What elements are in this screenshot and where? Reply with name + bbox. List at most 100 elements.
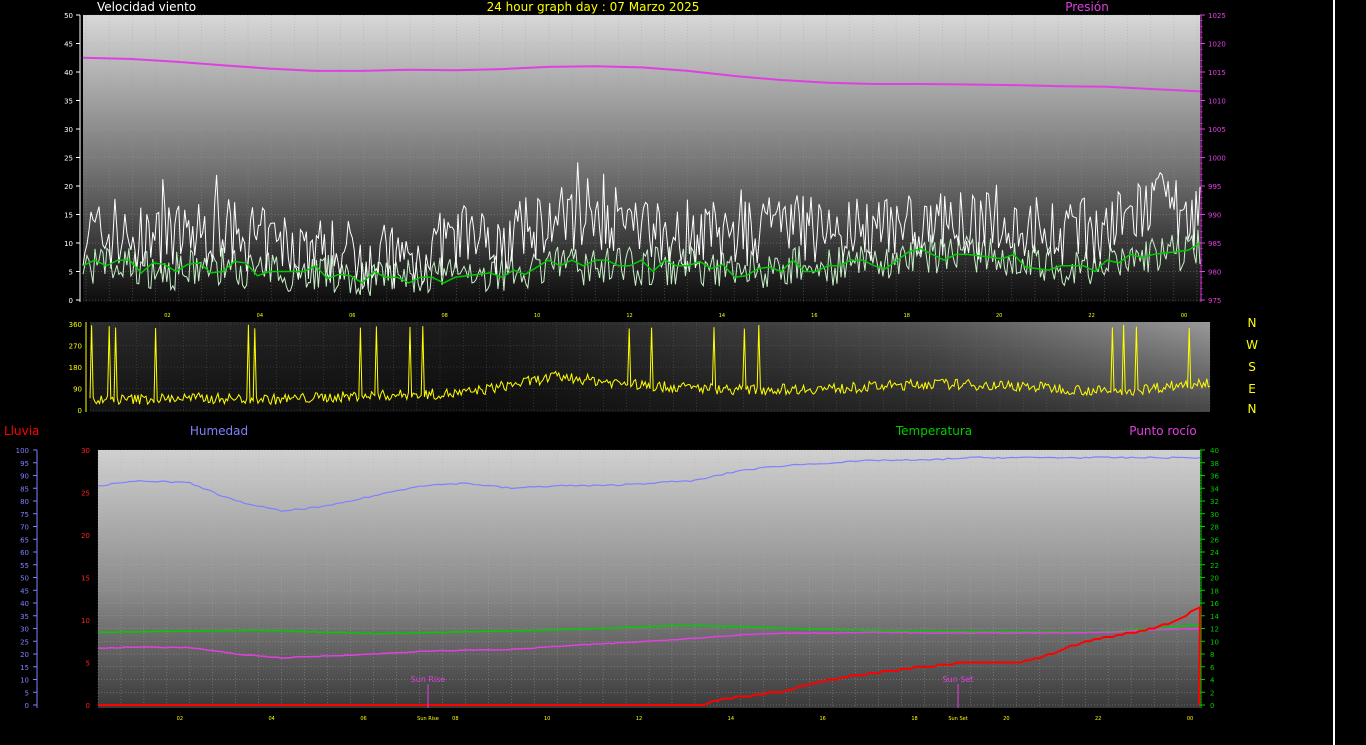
humidity-y-tick: 30 [20,626,29,634]
humidity-y-tick: 50 [20,575,29,583]
humidity-y-tick: 35 [20,613,29,621]
graph-title: 24 hour graph day : 07 Marzo 2025 [487,0,700,14]
rain-y-tick: 0 [86,702,90,710]
humidity-y-tick: 0 [25,702,29,710]
temp-y-tick: 38 [1210,460,1219,468]
wind-x-tick: 18 [904,313,910,319]
compass-n-top: N [1248,316,1257,330]
humidity-y-tick: 70 [20,524,29,532]
humidity-y-tick: 45 [20,587,29,595]
wind-x-tick: 04 [257,313,263,319]
humidity-y-tick: 60 [20,549,29,557]
wind-x-tick: 00 [1181,313,1187,319]
humidity-y-tick: 20 [20,651,29,659]
lower-x-tick: 12 [636,716,642,722]
humidity-y-tick: 80 [20,498,29,506]
rain-y-tick: 30 [81,447,90,455]
wind-x-tick: 02 [164,313,170,319]
pressure-title: Presión [1065,0,1109,14]
rain-y-tick: 25 [81,490,90,498]
wind-x-tick: 16 [811,313,817,319]
direction-y-tick: 270 [69,343,82,351]
sunrise-tick-label: Sun Rise [417,716,439,722]
direction-y-tick: 0 [78,407,82,415]
compass-n-bottom: N [1248,402,1257,416]
pressure-y-tick: 990 [1208,212,1221,220]
humidity-y-tick: 55 [20,562,29,570]
temp-y-tick: 12 [1210,626,1219,634]
temperature-label: Temperatura [895,424,972,438]
lower-x-tick: 14 [728,716,734,722]
wind-y-tick: 50 [64,12,73,20]
wind-x-tick: 10 [534,313,540,319]
wind-y-tick: 35 [64,98,73,106]
humidity-label: Humedad [190,424,248,438]
temp-y-tick: 30 [1210,511,1219,519]
humidity-y-tick: 90 [20,473,29,481]
sunrise-label: Sun Rise [411,675,446,684]
compass-labels: N W S E N [1246,316,1258,416]
sunset-tick-label: Sun Set [948,716,967,722]
wind-x-tick: 06 [349,313,355,319]
pressure-y-tick: 1015 [1208,69,1226,77]
pressure-y-tick: 980 [1208,269,1221,277]
temp-y-tick: 8 [1210,651,1214,659]
wind-x-tick: 12 [626,313,632,319]
sunset-label: Sun Set [943,675,974,684]
wind-y-tick: 15 [64,212,73,220]
pressure-y-tick: 975 [1208,297,1221,305]
wind-x-tick: 22 [1088,313,1094,319]
weather-graph: 0510152025303540455097598098599099510001… [4,0,1258,722]
pressure-y-tick: 985 [1208,240,1221,248]
compass-w: W [1246,338,1258,352]
wind-x-tick: 20 [996,313,1002,319]
humidity-y-tick: 65 [20,536,29,544]
wind-y-tick: 45 [64,41,73,49]
wind-x-tick: 08 [441,313,447,319]
wind-y-tick: 30 [64,126,73,134]
temp-y-tick: 22 [1210,562,1219,570]
compass-e: E [1248,382,1256,396]
lower-x-tick: 20 [1003,716,1009,722]
temp-y-tick: 26 [1210,536,1219,544]
humidity-y-tick: 100 [16,447,29,455]
pressure-y-tick: 995 [1208,183,1221,191]
temp-y-tick: 40 [1210,447,1219,455]
wind-y-tick: 40 [64,69,73,77]
humidity-y-tick: 40 [20,600,29,608]
lower-x-tick: 06 [360,716,366,722]
wind-title: Velocidad viento [97,0,196,14]
rain-y-tick: 20 [81,532,90,540]
temp-y-tick: 20 [1210,575,1219,583]
humidity-y-tick: 25 [20,638,29,646]
wind-y-tick: 25 [64,155,73,163]
lower-x-tick: 02 [177,716,183,722]
lower-x-tick: 10 [544,716,550,722]
pressure-y-tick: 1025 [1208,12,1226,20]
temp-y-tick: 18 [1210,587,1219,595]
pressure-y-tick: 1020 [1208,41,1226,49]
temp-y-tick: 36 [1210,473,1219,481]
rain-y-tick: 10 [81,617,90,625]
wind-x-tick: 14 [719,313,725,319]
lower-x-tick: 04 [268,716,274,722]
lower-x-tick: 00 [1187,716,1193,722]
humidity-y-tick: 95 [20,460,29,468]
temp-y-tick: 6 [1210,664,1215,672]
temp-y-tick: 28 [1210,524,1219,532]
lower-x-tick: 16 [819,716,825,722]
temp-y-tick: 0 [1210,702,1214,710]
pressure-y-tick: 1005 [1208,126,1226,134]
rain-y-tick: 15 [81,575,90,583]
humidity-y-tick: 75 [20,511,29,519]
humidity-y-tick: 5 [25,689,29,697]
lower-x-tick: 22 [1095,716,1101,722]
dewpoint-label: Punto rocío [1129,424,1196,438]
humidity-y-tick: 85 [20,485,29,493]
humidity-y-tick: 15 [20,664,29,672]
wind-y-tick: 10 [64,240,73,248]
temp-y-tick: 14 [1210,613,1219,621]
pressure-y-tick: 1000 [1208,155,1226,163]
lower-x-tick: 18 [911,716,917,722]
direction-y-tick: 180 [69,364,82,372]
